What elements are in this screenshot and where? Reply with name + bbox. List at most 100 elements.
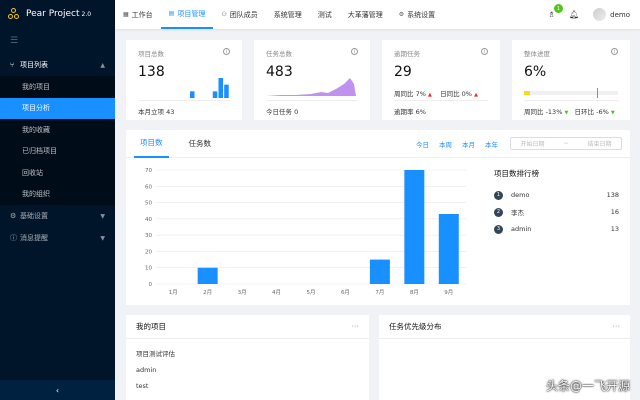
panel-title: 任务优先级分布 [389,322,442,331]
stat-card-tasks: 任务总数 i 483 今日任务 0 [254,40,370,120]
menu-fold-icon[interactable]: ☰ [0,28,115,54]
range-week[interactable]: 本周 [439,139,452,149]
my-projects-panel: 我的项目 ··· 项目测试评估 admin test [126,315,369,400]
stat-value: 29 [394,64,412,80]
date-end-input[interactable]: 结束日期 [587,139,611,148]
stat-card-progress: 整体进度 i 6% 周同比 -13% ▼ 日环比 -6% ▼ [512,40,630,120]
x-tick-label: 1月 [169,289,178,296]
nav-label: 系统管理 [273,10,302,19]
nav-test[interactable]: 测试 [310,0,340,29]
trend-value: -13% [545,108,563,116]
panel-title: 我的项目 [136,322,166,331]
mini-bar [218,78,223,98]
bell-icon[interactable]: 🔔︎ [569,10,579,19]
x-tick-label: 6月 [341,289,350,296]
stat-footer: 周同比 -13% ▼ 日环比 -6% ▼ [524,100,618,116]
sidebar-item-favorites[interactable]: 我的收藏 [0,119,115,141]
mini-area-chart [266,78,356,96]
ranking-title: 项目数排行榜 [494,169,539,178]
rank-name: demo [511,191,530,199]
sidebar-item-project-analysis[interactable]: 项目分析 [0,97,115,119]
more-icon[interactable]: ··· [612,322,620,331]
trend-label: 日环比 [574,108,595,116]
caret-up-icon: ▲ [427,92,432,98]
nav-system-settings[interactable]: ⚙ 系统设置 [391,0,443,29]
chart-icon: ▤ [168,10,175,17]
sidebar-item-my-projects[interactable]: 我的项目 [0,76,115,98]
range-year[interactable]: 本年 [485,139,498,149]
sidebar-item-archived[interactable]: 已归档项目 [0,141,115,163]
tab-project-count[interactable]: 项目数 [134,130,169,158]
chart-bar [197,267,218,284]
chevron-left-icon: ‹ [55,385,60,395]
stat-footer: 本月立项 43 [138,100,230,116]
tab-task-count[interactable]: 任务数 [183,130,218,158]
chart-panel: 项目数 任务数 今日 本周 本月 本年 开始日期 ~ 结束日期 0 10 20 30 4… [126,130,630,305]
stat-label: 任务总数 [266,50,292,58]
y-tick-label: 30 [145,233,152,239]
trend-label: 日同比 [440,90,460,98]
user-add-icon[interactable]: ♗ 1 [548,4,563,19]
caret-down-icon: ▼ [610,110,615,116]
y-tick-label: 60 [145,184,152,190]
list-item[interactable]: admin [136,362,359,379]
y-tick-label: 70 [145,168,152,174]
stat-label: 项目总数 [138,50,164,58]
chart-bar [404,170,425,284]
nav-label: 测试 [317,10,332,19]
sidebar-group-projects[interactable]: ⑂ 项目列表 ▲ [0,54,115,76]
project-count-bar-chart: 0 10 20 30 40 50 60 70 1月 2月 3月 4月 5月 6月 7月 8月 9月 [145,168,466,296]
ranking-row: 1 demo 138 [494,190,619,200]
stat-label: 整体进度 [524,50,550,58]
app-logo[interactable]: Pear Project 2.0 [0,0,115,28]
info-icon[interactable]: i [481,48,488,55]
sidebar-item-recycle-bin[interactable]: 回收站 [0,162,115,184]
trend-value: 0% [461,90,472,98]
nav-dagefan-management[interactable]: 大革藩管理 [340,0,391,29]
sidebar-item-my-organization[interactable]: 我的组织 [0,184,115,206]
info-icon: ⓘ [10,234,17,242]
sidebar-group-label: 基础设置 [20,212,48,220]
x-tick-label: 3月 [238,289,247,296]
nav-workbench[interactable]: ▦ 工作台 [115,0,161,29]
sidebar-group-basic-settings[interactable]: ⚙ 基础设置 ▼ [0,205,115,227]
nav-team-members[interactable]: ⚇ 团队成员 [213,0,265,29]
username[interactable]: demo [610,11,630,19]
y-tick-label: 50 [145,201,152,207]
avatar[interactable] [593,8,607,21]
list-item[interactable]: 项目测试评估 [136,345,359,362]
range-today[interactable]: 今日 [416,139,429,149]
rank-count: 138 [606,191,619,199]
project-ranking: 项目数排行榜 1 demo 138 2 李杰 16 3 admin 13 [494,168,619,242]
nav-label: 项目管理 [177,9,206,18]
app-name: Pear Project [26,9,80,19]
list-item[interactable]: test [136,378,359,395]
info-icon[interactable]: i [351,48,358,55]
info-icon[interactable]: i [611,48,618,55]
top-header: ▦ 工作台 ▤ 项目管理 ⚇ 团队成员 系统管理 测试 大革藩管理 ⚙ 系统设置 ♗ 1 … [115,0,640,29]
sidebar: Pear Project 2.0 ☰ ⑂ 项目列表 ▲ 我的项目 项目分析 我的… [0,0,115,400]
more-icon[interactable]: ··· [351,322,359,331]
sidebar-group-notifications[interactable]: ⓘ 消息提醒 ▼ [0,227,115,249]
rank-count: 16 [610,208,619,216]
range-month[interactable]: 本月 [462,139,475,149]
info-icon[interactable]: i [223,48,230,55]
stat-footer: 今日任务 0 [266,100,358,116]
pear-logo-icon [8,8,20,20]
mini-bar [212,91,218,98]
sidebar-group-label: 项目列表 [20,61,48,69]
stat-footer: 逾期率 6% [394,100,488,116]
nav-label: 系统设置 [407,10,436,19]
y-tick-label: 0 [149,282,153,288]
date-range-picker[interactable]: 开始日期 ~ 结束日期 [510,137,622,150]
nav-label: 工作台 [131,10,153,19]
stat-card-projects: 项目总数 i 138 本月立项 43 [126,40,242,120]
nav-system-management[interactable]: 系统管理 [266,0,310,29]
stat-card-overdue: 逾期任务 i 29 周同比 7% ▲ 日同比 0% ▲ 逾期率 6% [382,40,500,120]
sidebar-submenu-projects: 我的项目 项目分析 我的收藏 已归档项目 回收站 我的组织 [0,76,115,205]
nav-project-management[interactable]: ▤ 项目管理 [160,0,214,29]
sidebar-collapse-button[interactable]: ‹ [0,380,115,400]
date-start-input[interactable]: 开始日期 [520,139,544,148]
mini-bar-chart [190,78,229,98]
trend-label: 周同比 [394,90,414,98]
